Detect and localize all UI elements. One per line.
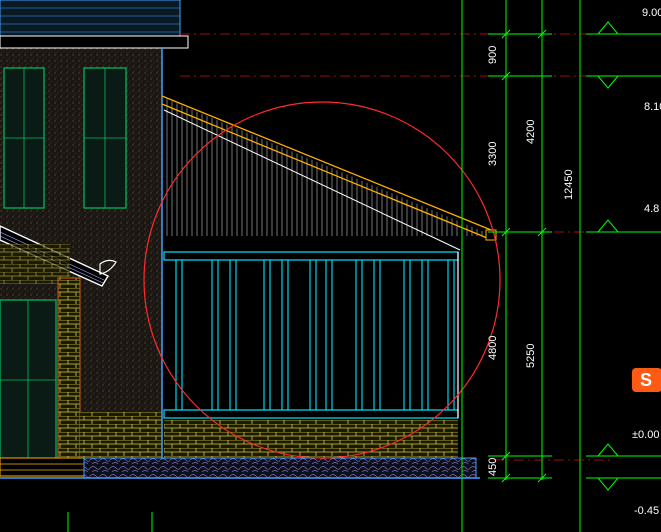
level-8-10: 8.10 xyxy=(644,101,661,113)
dim-3300: 3300 xyxy=(487,142,499,166)
railing-post xyxy=(211,259,219,411)
railing-post xyxy=(421,259,429,411)
cad-elevation-drawing: 900 3300 4200 12450 4800 5250 450 9.00 8… xyxy=(0,0,661,532)
level-neg-0-45: -0.45 xyxy=(634,505,659,517)
dim-450: 450 xyxy=(487,458,499,476)
railing-top-rail xyxy=(163,251,459,261)
railing-post xyxy=(325,259,333,411)
railing-post xyxy=(281,259,289,411)
railing-post xyxy=(403,259,411,411)
upper-roof-tiles xyxy=(0,0,181,37)
level-4-8: 4.8 xyxy=(644,203,659,215)
railing-post xyxy=(373,259,381,411)
stone-plinth xyxy=(83,457,477,479)
dim-4200: 4200 xyxy=(525,120,537,144)
base-brick-left xyxy=(80,412,162,460)
dim-4800: 4800 xyxy=(487,336,499,360)
railing-post xyxy=(229,259,237,411)
railing-post xyxy=(175,259,183,411)
brick-pillar xyxy=(57,277,81,465)
sogou-logo-icon: S xyxy=(632,368,661,392)
level-9-00: 9.00 xyxy=(642,7,661,19)
railing-post xyxy=(263,259,271,411)
porch-brick-base xyxy=(164,420,458,458)
dim-12450: 12450 xyxy=(563,169,575,200)
railing-post xyxy=(447,259,455,411)
level-0-00: ±0.00 xyxy=(632,429,659,441)
dim-5250: 5250 xyxy=(525,344,537,368)
railing-post xyxy=(309,259,317,411)
dim-900: 900 xyxy=(487,46,499,64)
left-house xyxy=(0,0,189,478)
railing-post xyxy=(355,259,363,411)
upper-eave xyxy=(0,35,189,49)
svg-text:S: S xyxy=(640,370,652,390)
